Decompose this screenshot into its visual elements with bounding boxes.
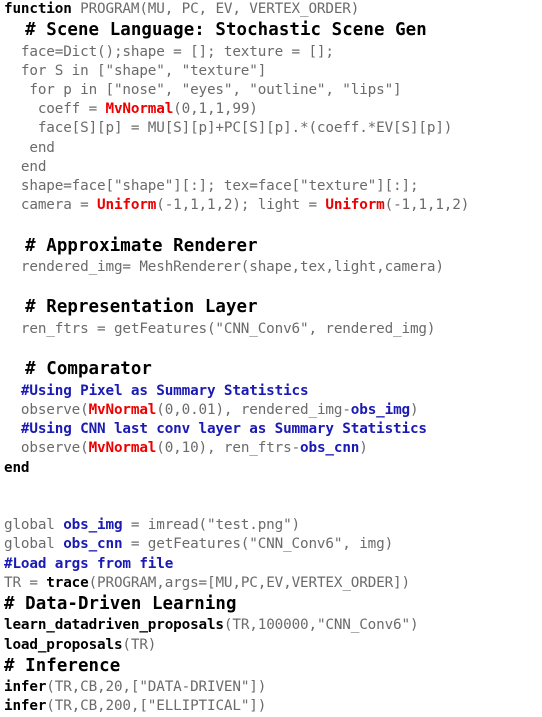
- code-section-heading: # Data-Driven Learning: [0, 593, 542, 617]
- code-line: coeff = MvNormal(0,1,1,99): [0, 100, 542, 119]
- code-token-kw: # Scene Language: Stochastic Scene Gen: [4, 20, 427, 41]
- code-token-kw: end: [4, 459, 30, 476]
- code-line: TR = trace(PROGRAM,args=[MU,PC,EV,VERTEX…: [0, 574, 542, 593]
- code-token-fn: load_proposals: [4, 636, 123, 653]
- code-token-blue: obs_img: [350, 402, 410, 418]
- code-token-fn: infer: [4, 679, 47, 696]
- code-token-kw: # Inference: [4, 655, 121, 676]
- code-blank-line: [0, 277, 542, 296]
- code-line: for p in ["nose", "eyes", "outline", "li…: [0, 81, 542, 100]
- code-token-dist: MvNormal: [105, 101, 174, 118]
- code-section-heading: # Scene Language: Stochastic Scene Gen: [0, 19, 542, 43]
- code-token-plain: observe(: [4, 402, 89, 418]
- code-token-dist: MvNormal: [88, 440, 157, 457]
- code-token-plain: ): [359, 440, 368, 457]
- code-line: end: [0, 158, 542, 177]
- code-token-dist: Uniform: [97, 197, 157, 214]
- code-line: infer(TR,CB,200,["ELLIPTICAL"]): [0, 697, 542, 716]
- code-line: face=Dict();shape = []; texture = [];: [0, 43, 542, 62]
- code-token-plain: (0,1,1,99): [173, 101, 258, 118]
- code-line: rendered_img= MeshRenderer(shape,tex,lig…: [0, 258, 542, 277]
- code-token-kw: # Data-Driven Learning: [4, 593, 237, 614]
- code-token-plain: global: [4, 517, 64, 534]
- code-line: infer(TR,CB,20,["DATA-DRIVEN"]): [0, 678, 542, 697]
- code-token-kw: # Comparator: [4, 359, 152, 380]
- code-line: global obs_cnn = getFeatures("CNN_Conv6"…: [0, 535, 542, 554]
- code-blank-line: [0, 478, 542, 497]
- code-line: load_proposals(TR): [0, 636, 542, 655]
- code-blank-line: [0, 497, 542, 516]
- code-token-plain: (TR): [122, 636, 157, 653]
- code-listing: function PROGRAM(MU, PC, EV, VERTEX_ORDE…: [0, 0, 542, 714]
- code-line: ren_ftrs = getFeatures("CNN_Conv6", rend…: [0, 320, 542, 339]
- code-token-plain: ): [409, 402, 419, 418]
- code-line: #Using CNN last conv layer as Summary St…: [0, 420, 542, 439]
- code-line: #Using Pixel as Summary Statistics: [0, 382, 542, 401]
- code-line: observe(MvNormal(0,0.01), rendered_img-o…: [0, 401, 542, 420]
- code-token-plain: = getFeatures("CNN_Conv6", img): [122, 536, 394, 553]
- code-line: learn_datadriven_proposals(TR,100000,"CN…: [0, 616, 542, 635]
- code-token-kw: # Representation Layer: [4, 297, 258, 318]
- code-token-plain: ren_ftrs = getFeatures("CNN_Conv6", rend…: [4, 320, 436, 337]
- code-token-plain: rendered_img= MeshRenderer(shape,tex,lig…: [4, 259, 444, 276]
- code-token-fn: learn_datadriven_proposals: [4, 617, 224, 634]
- code-token-comment: #Using CNN last conv layer as Summary St…: [4, 421, 427, 438]
- code-token-plain: (0,0.01), rendered_img-: [156, 402, 351, 418]
- code-token-plain: (-1,1,1,2); light =: [156, 197, 326, 214]
- code-token-kw: # Approximate Renderer: [4, 235, 258, 256]
- code-section-heading: # Inference: [0, 655, 542, 679]
- code-token-plain: global: [4, 536, 64, 553]
- code-token-plain: observe(: [4, 440, 89, 457]
- code-token-blue: obs_cnn: [63, 536, 123, 553]
- code-line: #Load args from file: [0, 555, 542, 574]
- code-token-plain: face[S][p] = MU[S][p]+PC[S][p].*(coeff.*…: [4, 120, 453, 137]
- code-token-plain: TR =: [4, 574, 47, 591]
- code-token-dist: Uniform: [325, 197, 385, 214]
- code-line: face[S][p] = MU[S][p]+PC[S][p].*(coeff.*…: [0, 119, 542, 138]
- code-token-plain: (TR,100000,"CNN_Conv6"): [223, 617, 419, 634]
- code-token-plain: shape=face["shape"][:]; tex=face["textur…: [4, 178, 419, 194]
- code-token-comment: #Using Pixel as Summary Statistics: [4, 382, 309, 399]
- code-section-heading: # Approximate Renderer: [0, 235, 542, 259]
- code-token-fn: trace: [46, 574, 89, 591]
- code-line: end: [0, 459, 542, 478]
- code-token-blue: obs_cnn: [300, 440, 360, 457]
- code-token-kw: function: [4, 1, 81, 17]
- code-token-plain: camera =: [4, 197, 98, 214]
- code-token-plain: end: [4, 158, 47, 175]
- code-blank-line: [0, 339, 542, 358]
- code-line: observe(MvNormal(0,10), ren_ftrs-obs_cnn…: [0, 439, 542, 458]
- code-token-plain: for p in ["nose", "eyes", "outline", "li…: [4, 82, 402, 99]
- code-section-heading: # Representation Layer: [0, 296, 542, 320]
- code-token-plain: (-1,1,1,2): [384, 197, 470, 214]
- code-token-plain: coeff =: [4, 101, 106, 118]
- code-line: for S in ["shape", "texture"]: [0, 62, 542, 81]
- code-line: global obs_img = imread("test.png"): [0, 516, 542, 535]
- code-token-plain: (TR,CB,20,["DATA-DRIVEN"]): [46, 679, 267, 696]
- code-section-heading: # Comparator: [0, 358, 542, 382]
- code-token-fn: infer: [4, 698, 47, 715]
- code-token-plain: (TR,CB,200,["ELLIPTICAL"]): [46, 698, 267, 715]
- code-blank-line: [0, 215, 542, 234]
- code-token-plain: (PROGRAM,args=[MU,PC,EV,VERTEX_ORDER]): [88, 574, 411, 591]
- code-token-dist: MvNormal: [88, 402, 157, 418]
- code-token-plain: face=Dict();shape = []; texture = [];: [4, 43, 334, 60]
- code-token-plain: (0,10), ren_ftrs-: [156, 440, 301, 457]
- code-line: camera = Uniform(-1,1,1,2); light = Unif…: [0, 196, 542, 215]
- code-line: shape=face["shape"][:]; tex=face["textur…: [0, 177, 542, 196]
- code-line: end: [0, 139, 542, 158]
- code-token-plain: PROGRAM(MU, PC, EV, VERTEX_ORDER): [80, 1, 360, 17]
- code-token-plain: for S in ["shape", "texture"]: [4, 62, 267, 79]
- code-token-plain: end: [4, 139, 55, 156]
- code-token-plain: = imread("test.png"): [122, 517, 301, 534]
- code-line: function PROGRAM(MU, PC, EV, VERTEX_ORDE…: [0, 0, 542, 19]
- code-token-comment: #Load args from file: [4, 555, 174, 572]
- code-token-blue: obs_img: [63, 517, 123, 534]
